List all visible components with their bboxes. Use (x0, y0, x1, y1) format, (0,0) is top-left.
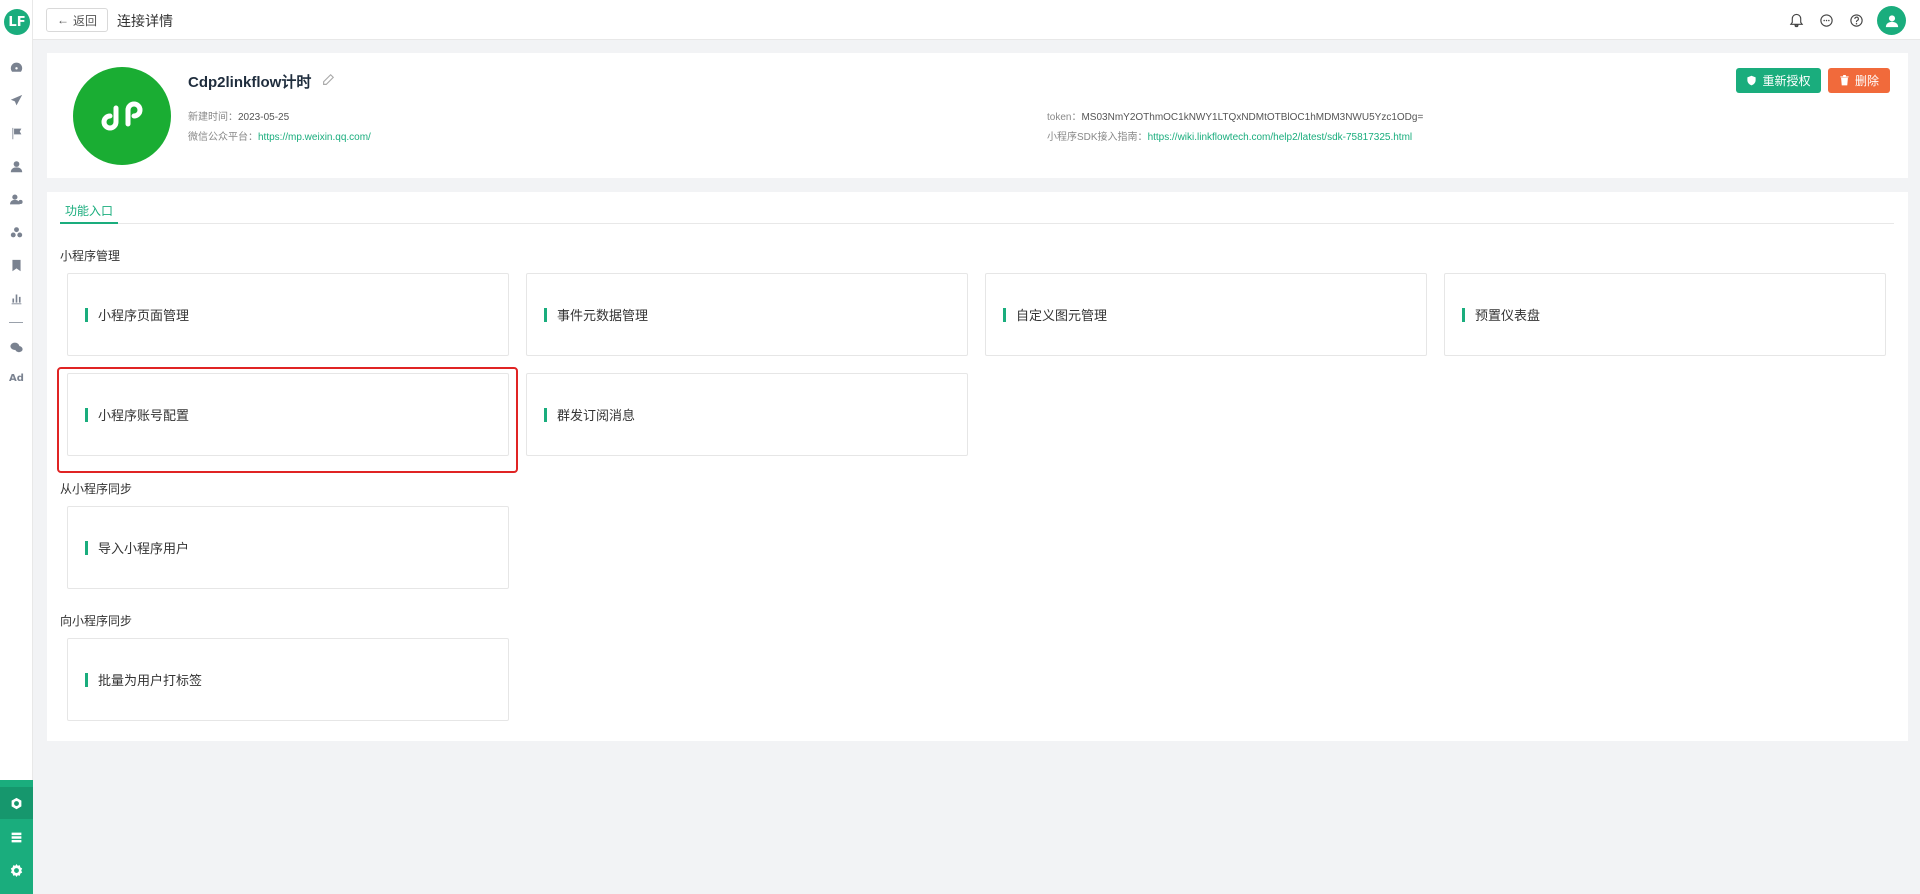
ad-icon[interactable]: Ad (9, 373, 24, 384)
wechat-icon[interactable] (8, 339, 24, 355)
accent-bar (544, 307, 547, 322)
sdk-guide-row: 小程序SDK接入指南：https://wiki.linkflowtech.com… (1047, 128, 1412, 143)
feature-label: 自定义图元管理 (1016, 308, 1108, 323)
user-icon[interactable] (8, 158, 24, 174)
accent-bar (1462, 307, 1465, 322)
rail-bottom-panel (0, 780, 33, 894)
message-icon[interactable] (1818, 12, 1834, 28)
segments-icon[interactable] (8, 224, 24, 240)
accent-bar (85, 672, 88, 687)
feature-label: 导入小程序用户 (98, 541, 190, 556)
feature-subscription-message[interactable]: 群发订阅消息 (526, 373, 968, 456)
help-icon[interactable] (1848, 12, 1864, 28)
token-row: token：MS03NmY2OThmOC1kNWY1LTQxNDMtOTBlOC… (1047, 108, 1423, 123)
page-title: 连接详情 (117, 13, 173, 29)
section-title-sync-to: 向小程序同步 (60, 614, 133, 628)
edit-icon[interactable] (321, 73, 335, 87)
feature-label: 批量为用户打标签 (98, 673, 203, 688)
rail-divider (9, 322, 23, 323)
section-title-sync-from: 从小程序同步 (60, 482, 133, 496)
reauthorize-button[interactable]: 重新授权 (1736, 68, 1821, 93)
mini-program-logo (73, 67, 171, 165)
created-time-label: 新建时间： (188, 112, 238, 123)
token-value: MS03NmY2OThmOC1kNWY1LTQxNDMtOTBlOC1hMDM3… (1081, 112, 1424, 123)
feature-event-metadata[interactable]: 事件元数据管理 (526, 273, 968, 356)
back-button[interactable]: ← 返回 (46, 8, 108, 32)
tab-bar: 功能入口 (60, 204, 1894, 224)
sdk-guide-label: 小程序SDK接入指南： (1047, 132, 1148, 143)
feature-batch-tag[interactable]: 批量为用户打标签 (67, 638, 509, 721)
created-time-value: 2023-05-25 (238, 112, 290, 123)
feature-account-config[interactable]: 小程序账号配置 (67, 373, 509, 456)
left-rail: LF Ad (0, 0, 33, 894)
bell-icon[interactable] (1788, 12, 1804, 28)
accent-bar (85, 407, 88, 422)
accent-bar (85, 540, 88, 555)
gear-icon[interactable] (8, 862, 24, 878)
send-icon[interactable] (8, 92, 24, 108)
mini-program-icon (101, 101, 143, 131)
feature-label: 群发订阅消息 (557, 408, 636, 423)
user-settings-icon[interactable] (8, 191, 24, 207)
back-button-label: 返回 (72, 13, 97, 28)
section-title-mini-program-management: 小程序管理 (60, 249, 121, 263)
feature-custom-elements[interactable]: 自定义图元管理 (985, 273, 1427, 356)
accent-bar (1003, 307, 1006, 322)
accent-bar (85, 307, 88, 322)
feature-entry-card: 功能入口 小程序管理 小程序页面管理 事件元数据管理 自定义图元管理 预置仪表盘… (47, 192, 1908, 741)
accent-bar (544, 407, 547, 422)
bookmark-icon[interactable] (8, 257, 24, 273)
app-logo[interactable]: LF (4, 9, 30, 35)
wechat-platform: 微信公众平台：https://mp.weixin.qq.com/ (188, 128, 371, 143)
tab-feature-entry[interactable]: 功能入口 (60, 204, 118, 224)
connection-name: Cdp2linkflow计时 (188, 74, 312, 91)
delete-button[interactable]: 删除 (1828, 68, 1890, 93)
feature-page-management[interactable]: 小程序页面管理 (67, 273, 509, 356)
feature-label: 小程序页面管理 (98, 308, 190, 323)
reauthorize-label: 重新授权 (1762, 74, 1811, 88)
wechat-platform-label: 微信公众平台： (188, 132, 258, 143)
created-time: 新建时间：2023-05-25 (188, 108, 289, 123)
feature-label: 预置仪表盘 (1475, 308, 1541, 323)
wechat-platform-link[interactable]: https://mp.weixin.qq.com/ (258, 132, 371, 143)
database-icon[interactable] (8, 829, 24, 845)
dashboard-icon[interactable] (8, 59, 24, 75)
user-avatar[interactable] (1877, 6, 1906, 35)
feature-import-users[interactable]: 导入小程序用户 (67, 506, 509, 589)
sdk-guide-link[interactable]: https://wiki.linkflowtech.com/help2/late… (1148, 132, 1413, 143)
top-bar: ← 返回 连接详情 (33, 0, 1920, 40)
connections-icon[interactable] (8, 795, 24, 811)
feature-label: 事件元数据管理 (557, 308, 649, 323)
delete-label: 删除 (1854, 74, 1879, 88)
feature-label: 小程序账号配置 (98, 408, 190, 423)
arrow-left-icon: ← (56, 13, 69, 27)
shield-icon (1747, 75, 1757, 86)
flag-icon[interactable] (8, 125, 24, 141)
connection-info-card: Cdp2linkflow计时 新建时间：2023-05-25 微信公众平台：ht… (47, 53, 1908, 178)
trash-icon (1840, 75, 1849, 86)
feature-preset-dashboard[interactable]: 预置仪表盘 (1444, 273, 1886, 356)
token-label: token： (1047, 112, 1082, 123)
bar-chart-icon[interactable] (8, 290, 24, 306)
